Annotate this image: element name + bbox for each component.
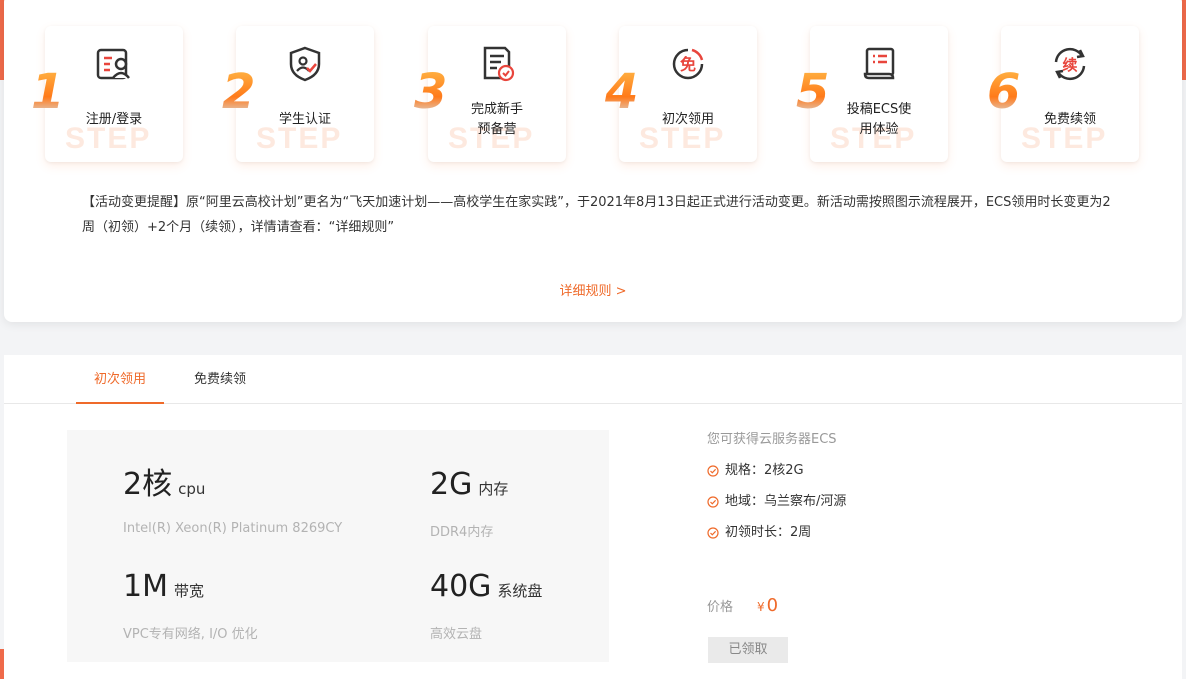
spec-memory-detail: DDR4内存: [430, 525, 494, 540]
spec-cpu-value: 2核: [123, 467, 173, 502]
info-item-label: 初领时长：2周: [725, 525, 812, 540]
process-card: 1 STEP 注册/登录 2 STEP 学生认证 3 STEP 完成新手 预备营…: [4, 0, 1182, 322]
user-card-icon: [96, 48, 130, 80]
step-5: 5 STEP 投稿ECS使 用体验: [796, 26, 948, 162]
detail-rules-link[interactable]: 详细规则 >: [4, 280, 1182, 299]
tab-bar: 初次领用 免费续领: [4, 355, 1182, 404]
spec-bandwidth: 1M 带宽 VPC专有网络, I/O 优化: [123, 569, 258, 642]
document-check-icon: [483, 46, 515, 82]
spec-cpu-unit: cpu: [178, 480, 206, 498]
tab-free-renewal[interactable]: 免费续领: [176, 355, 264, 404]
ecs-info-title: 您可获得云服务器ECS: [707, 432, 837, 447]
price-value: 0: [766, 595, 779, 616]
scroll-icon: [863, 47, 895, 80]
spec-bandwidth-value: 1M: [123, 569, 168, 604]
spec-memory-unit: 内存: [478, 480, 509, 498]
info-item-region: 地域：乌兰察布/河源: [707, 492, 1127, 512]
price-row: 价格 ¥0: [707, 595, 778, 616]
step-label: 完成新手 预备营: [470, 102, 523, 137]
step-1: 1 STEP 注册/登录: [31, 26, 183, 162]
free-char: 免: [680, 55, 696, 74]
step-label: 投稿ECS使 用体验: [846, 102, 912, 137]
renew-char: 续: [1062, 56, 1077, 74]
spec-disk-value: 40G: [430, 569, 492, 604]
activity-change-notice: 【活动变更提醒】原“阿里云高校计划”更名为“飞天加速计划——高校学生在家实践”，…: [82, 195, 1111, 235]
spec-disk: 40G 系统盘 高效云盘: [430, 569, 542, 642]
step-label: 注册/登录: [85, 112, 143, 127]
price-currency: ¥: [757, 600, 765, 614]
step-number: 6: [987, 64, 1021, 120]
spec-box: 2核 cpu Intel(R) Xeon(R) Platinum 8269CY 2…: [67, 430, 609, 662]
ecs-info: 您可获得云服务器ECS 规格：2核2G 地域：乌兰察布/河源 初领时长：2周: [707, 430, 1127, 543]
step-label: 初次领用: [661, 112, 714, 127]
spec-memory-value: 2G: [430, 467, 473, 502]
info-item-spec: 规格：2核2G: [707, 461, 1127, 481]
spec-disk-unit: 系统盘: [497, 582, 543, 600]
check-circle-icon: [707, 527, 719, 539]
info-item-duration: 初领时长：2周: [707, 523, 1127, 543]
spec-disk-detail: 高效云盘: [430, 627, 483, 642]
step-number: 2: [222, 64, 256, 120]
spec-bandwidth-detail: VPC专有网络, I/O 优化: [123, 627, 258, 642]
price-label: 价格: [707, 600, 734, 615]
step-number: 1: [31, 64, 65, 120]
tab-first-claim[interactable]: 初次领用: [76, 355, 164, 404]
renew-icon: 续: [1054, 47, 1086, 81]
spec-cpu: 2核 cpu Intel(R) Xeon(R) Platinum 8269CY: [123, 467, 342, 536]
free-badge-icon: 免: [672, 48, 704, 80]
info-item-label: 地域：乌兰察布/河源: [725, 494, 847, 509]
step-label: 免费续领: [1043, 112, 1096, 127]
check-circle-icon: [707, 465, 719, 477]
info-item-label: 规格：2核2G: [725, 463, 804, 478]
step-6: 6 STEP 续 免费续领: [987, 26, 1139, 162]
spec-cpu-detail: Intel(R) Xeon(R) Platinum 8269CY: [123, 521, 343, 536]
shield-check-icon: [289, 46, 321, 82]
spec-memory: 2G 内存 DDR4内存: [430, 467, 508, 540]
step-2: 2 STEP 学生认证: [222, 26, 374, 162]
claimed-button[interactable]: 已领取: [708, 637, 788, 663]
step-number: 4: [605, 64, 639, 120]
step-4: 4 STEP 免 初次领用: [605, 26, 757, 162]
step-label: 学生认证: [278, 112, 331, 127]
claim-panel: 初次领用 免费续领 2核 cpu Intel(R) Xeon(R) Platinu…: [4, 355, 1182, 679]
step-3: 3 STEP 完成新手 预备营: [414, 26, 566, 162]
spec-bandwidth-unit: 带宽: [173, 582, 204, 600]
check-circle-icon: [707, 496, 719, 508]
